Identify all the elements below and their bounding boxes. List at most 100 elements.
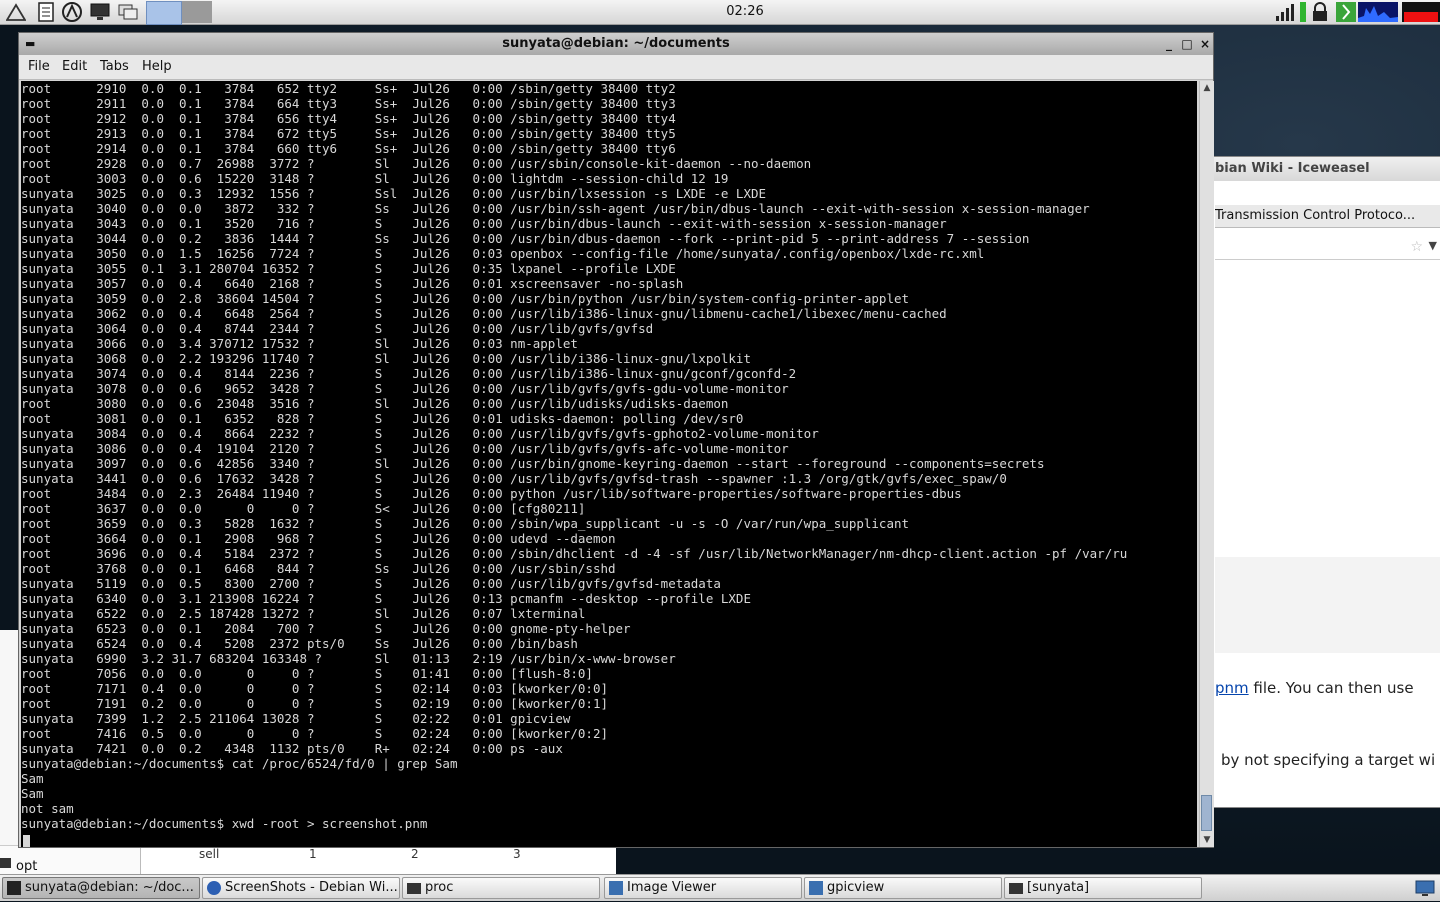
- battery-icon: [1402, 2, 1440, 22]
- terminal-line: root 2914 0.0 0.1 3784 660 tty6 Ss+ Jul2…: [21, 141, 676, 156]
- file-manager-list: opt: [0, 845, 140, 876]
- folder-icon: [1009, 883, 1023, 894]
- terminal-line: sunyata 3086 0.0 0.4 19104 2120 ? S Jul2…: [21, 441, 789, 456]
- iceweasel-tab[interactable]: Transmission Control Protoco...: [1215, 205, 1440, 228]
- chevron-down-icon[interactable]: ▼: [1429, 239, 1437, 252]
- terminal-line: sunyata 7399 1.2 2.5 211064 13028 ? S 02…: [21, 711, 571, 726]
- terminal-line: sunyata 3078 0.0 0.6 9652 3428 ? S Jul26…: [21, 381, 789, 396]
- terminal-line: root 3637 0.0 0.0 0 0 ? S< Jul26 0:00 [c…: [21, 501, 586, 516]
- terminal-line: sunyata 3062 0.0 0.4 6648 2564 ? S Jul26…: [21, 306, 947, 321]
- task-image-viewer[interactable]: Image Viewer: [604, 877, 802, 899]
- task-gpicview[interactable]: gpicview: [804, 877, 1002, 899]
- terminal-line: sunyata 6522 0.0 2.5 187428 13272 ? Sl J…: [21, 606, 586, 621]
- terminal-line: root 3080 0.0 0.6 23048 3516 ? Sl Jul26 …: [21, 396, 729, 411]
- terminal-line: sunyata 3066 0.0 3.4 370712 17532 ? Sl J…: [21, 336, 578, 351]
- signal-level: [1300, 2, 1306, 22]
- terminal-line: sunyata 3064 0.0 0.4 8744 2344 ? S Jul26…: [21, 321, 654, 336]
- terminal-line: sunyata 5119 0.0 0.5 8300 2700 ? S Jul26…: [21, 576, 721, 591]
- terminal-line: sunyata 3074 0.0 0.4 8144 2236 ? S Jul26…: [21, 366, 797, 381]
- cpu-graph-icon: [1358, 2, 1398, 22]
- task-sunyata[interactable]: [sunyata]: [1004, 877, 1202, 899]
- iceweasel-urlbar[interactable]: ☆ ▼: [1215, 237, 1440, 260]
- clock[interactable]: 02:26: [700, 4, 790, 19]
- terminal-menubar: File Edit Tabs Help: [19, 55, 1213, 80]
- close-button[interactable]: ×: [1197, 35, 1213, 53]
- task-browser[interactable]: ScreenShots - Debian Wi...: [202, 877, 400, 899]
- menu-file[interactable]: File: [28, 59, 50, 74]
- notes-icon[interactable]: [34, 1, 58, 23]
- terminal-line: sunyata 3068 0.0 2.2 193296 11740 ? Sl J…: [21, 351, 751, 366]
- task-label: [sunyata]: [1027, 880, 1090, 895]
- monitor-icon[interactable]: [88, 1, 112, 23]
- terminal-line: sunyata 3055 0.1 3.1 280704 16352 ? S Ju…: [21, 261, 676, 276]
- iceweasel-window: bian Wiki - Iceweasel Transmission Contr…: [1200, 156, 1440, 808]
- lock-icon[interactable]: [1310, 2, 1332, 22]
- terminal-line: root 3659 0.0 0.3 5828 1632 ? S Jul26 0:…: [21, 516, 910, 531]
- terminal-line: sunyata 6340 0.0 3.1 213908 16224 ? S Ju…: [21, 591, 751, 606]
- task-terminal[interactable]: sunyata@debian: ~/doc...: [2, 877, 200, 899]
- terminal-line: sunyata 6990 3.2 31.7 683204 163348 ? Sl…: [21, 651, 676, 666]
- terminal-line: root 3664 0.0 0.1 2908 968 ? S Jul26 0:0…: [21, 531, 616, 546]
- spreadsheet-area: sell 1 2 3: [140, 845, 616, 875]
- image-viewer-icon: [809, 881, 823, 895]
- iceweasel-paragraph-2: by not specifying a target wi: [1221, 751, 1436, 769]
- exit-icon[interactable]: [1336, 2, 1356, 22]
- terminal-line: sunyata 3044 0.0 0.2 3836 1444 ? Ss Jul2…: [21, 231, 1030, 246]
- terminal-line: root 3081 0.0 0.1 6352 828 ? S Jul26 0:0…: [21, 411, 744, 426]
- terminal-line: sunyata 7421 0.0 0.2 4348 1132 pts/0 R+ …: [21, 741, 563, 756]
- terminal-scrollbar[interactable]: ▲ ▼: [1199, 81, 1214, 847]
- menu-help[interactable]: Help: [142, 59, 172, 74]
- terminal-cursor: [23, 835, 30, 847]
- terminal-line: root 7191 0.2 0.0 0 0 ? S 02:19 0:00 [kw…: [21, 696, 608, 711]
- maximize-button[interactable]: □: [1179, 35, 1195, 53]
- menu-edit[interactable]: Edit: [62, 59, 87, 74]
- folder-icon: [407, 883, 421, 894]
- terminal-line: sunyata 6523 0.0 0.1 2084 700 ? S Jul26 …: [21, 621, 631, 636]
- pnm-link[interactable]: pnm: [1215, 679, 1249, 697]
- window-title: sunyata@debian: ~/documents: [502, 36, 730, 51]
- terminal-line: sunyata 3084 0.0 0.4 8664 2232 ? S Jul26…: [21, 426, 819, 441]
- terminal-icon: [7, 881, 21, 895]
- paragraph-text: file. You can then use: [1248, 679, 1414, 697]
- terminal-line: root 2910 0.0 0.1 3784 652 tty2 Ss+ Jul2…: [21, 81, 676, 96]
- terminal-titlebar[interactable]: ▬ sunyata@debian: ~/documents _ □ ×: [19, 33, 1213, 55]
- terminal-window: ▬ sunyata@debian: ~/documents _ □ × File…: [18, 32, 1214, 848]
- terminal-line: root 3696 0.0 0.4 5184 2372 ? S Jul26 0:…: [21, 546, 1128, 561]
- windows-icon[interactable]: [116, 1, 140, 23]
- sheet-cell: sell: [199, 847, 220, 861]
- terminal-line: root 7416 0.5 0.0 0 0 ? S 02:24 0:00 [kw…: [21, 726, 608, 741]
- terminal-line: not sam: [21, 801, 74, 816]
- window-menu-icon[interactable]: ▬: [25, 33, 35, 55]
- bookmark-star-icon[interactable]: ☆: [1410, 239, 1423, 255]
- top-panel: 02:26: [0, 0, 1440, 25]
- scroll-down-icon[interactable]: ▼: [1200, 833, 1214, 847]
- image-viewer-icon: [609, 881, 623, 895]
- iceweasel-paragraph: pnm file. You can then use: [1215, 679, 1440, 697]
- browser-icon[interactable]: [60, 1, 84, 23]
- taskbar: sunyata@debian: ~/doc... ScreenShots - D…: [0, 874, 1440, 901]
- task-label: sunyata@debian: ~/doc...: [25, 880, 194, 895]
- workspace-2[interactable]: [182, 1, 212, 23]
- terminal-line: sunyata@debian:~/documents$ xwd -root > …: [21, 816, 428, 831]
- terminal-output[interactable]: root 2910 0.0 0.1 3784 652 tty2 Ss+ Jul2…: [21, 81, 1197, 847]
- network-signal-icon[interactable]: [1274, 2, 1298, 22]
- scrollbar-thumb[interactable]: [1201, 795, 1212, 831]
- folder-item-opt[interactable]: opt: [16, 859, 37, 874]
- terminal-line: root 3484 0.0 2.3 26484 11940 ? S Jul26 …: [21, 486, 962, 501]
- terminal-line: root 3003 0.0 0.6 15220 3148 ? Sl Jul26 …: [21, 171, 729, 186]
- terminal-line: root 2911 0.0 0.1 3784 664 tty3 Ss+ Jul2…: [21, 96, 676, 111]
- desktop-icon[interactable]: [1414, 878, 1436, 898]
- scroll-up-icon[interactable]: ▲: [1200, 81, 1214, 95]
- menu-tabs[interactable]: Tabs: [100, 59, 129, 74]
- terminal-line: Sam: [21, 786, 44, 801]
- terminal-line: root 2913 0.0 0.1 3784 672 tty5 Ss+ Jul2…: [21, 126, 676, 141]
- terminal-line: root 7171 0.4 0.0 0 0 ? S 02:14 0:03 [kw…: [21, 681, 608, 696]
- terminal-line: sunyata 3057 0.0 0.4 6640 2168 ? S Jul26…: [21, 276, 684, 291]
- task-proc[interactable]: proc: [402, 877, 600, 899]
- minimize-button[interactable]: _: [1161, 35, 1177, 53]
- file-manager-sidebar: [0, 630, 18, 876]
- terminal-line: sunyata 3097 0.0 0.6 42856 3340 ? Sl Jul…: [21, 456, 1045, 471]
- task-label: proc: [425, 880, 454, 895]
- workspace-1[interactable]: [146, 1, 182, 25]
- menu-icon[interactable]: [4, 1, 28, 23]
